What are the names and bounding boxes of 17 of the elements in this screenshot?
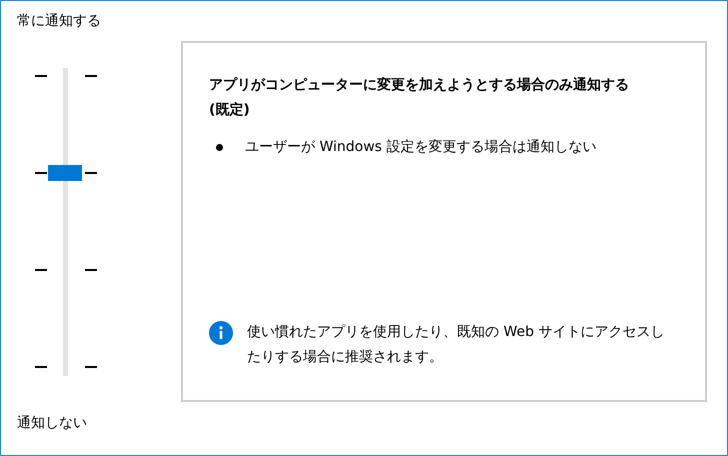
slider-top-label: 常に通知する: [17, 12, 101, 31]
bullet-icon: [216, 144, 223, 151]
slider-thumb[interactable]: [48, 164, 82, 181]
slider-bottom-label: 通知しない: [17, 414, 87, 433]
tick-mark: [85, 75, 97, 77]
setting-title: アプリがコンピューターに変更を加えようとする場合のみ通知する (既定): [209, 76, 630, 120]
tick-mark: [35, 269, 47, 271]
tick-mark: [35, 366, 47, 368]
tick-mark: [85, 366, 97, 368]
tick-mark: [35, 172, 47, 174]
tick-mark: [35, 75, 47, 77]
tick-mark: [85, 269, 97, 271]
recommendation-note: 使い慣れたアプリを使用したり、既知の Web サイトにアクセスしたりする場合に推奨されます。: [247, 323, 666, 367]
slider-track[interactable]: [63, 68, 68, 376]
bullet-text: ユーザーが Windows 設定を変更する場合は通知しない: [245, 138, 596, 157]
tick-mark: [85, 172, 97, 174]
info-icon: [209, 321, 233, 345]
